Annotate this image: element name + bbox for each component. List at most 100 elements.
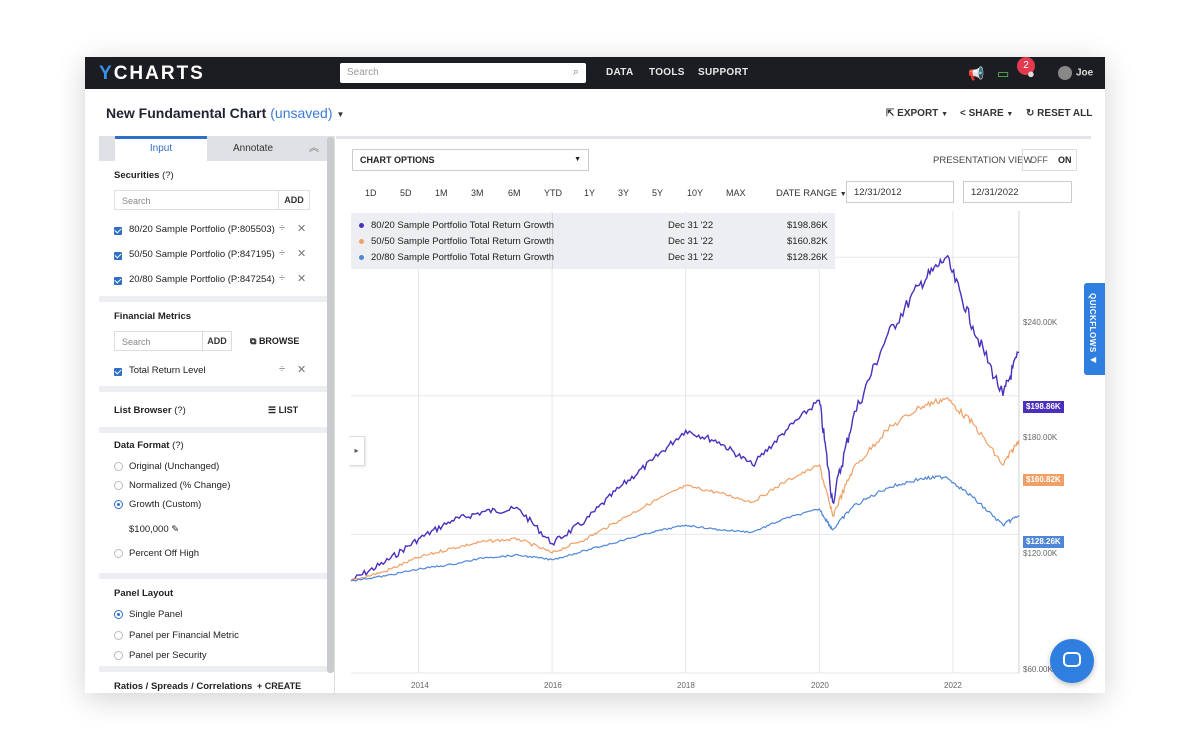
securities-search-input[interactable]: Search bbox=[114, 190, 279, 210]
chat-bubble-icon bbox=[1063, 652, 1081, 667]
list-browser-title[interactable]: List Browser (?) bbox=[114, 405, 186, 416]
radio-panel-per-metric[interactable] bbox=[114, 631, 123, 640]
metric-label: Total Return Level bbox=[129, 365, 206, 376]
quickflows-tab[interactable]: QUICKFLOWS ◀ bbox=[1084, 283, 1105, 375]
list-browser-section: List Browser (?) ☰ LIST bbox=[99, 392, 334, 427]
radio-label: Normalized (% Change) bbox=[129, 480, 231, 491]
metric-checkbox[interactable] bbox=[114, 368, 122, 376]
security-checkbox[interactable] bbox=[114, 277, 122, 285]
export-button[interactable]: ⇱ EXPORT ▼ bbox=[886, 108, 948, 119]
ycharts-logo[interactable]: YCHARTS bbox=[99, 63, 205, 85]
nav-data[interactable]: DATA bbox=[606, 67, 634, 78]
radio-label: Growth (Custom) bbox=[129, 499, 202, 510]
search-icon[interactable]: ⌕ bbox=[573, 66, 579, 79]
global-search-input[interactable]: Search ⌕ bbox=[340, 63, 586, 83]
legend-date: Dec 31 '22 bbox=[668, 236, 714, 247]
legend-value: $160.82K bbox=[787, 236, 828, 247]
end-value-label: $160.82K bbox=[1023, 474, 1064, 486]
radio-label: Original (Unchanged) bbox=[129, 461, 220, 472]
reset-all-button[interactable]: ↻ RESET ALL bbox=[1026, 108, 1092, 119]
panel-layout-section: Panel Layout Single Panel Panel per Fina… bbox=[99, 579, 334, 666]
megaphone-icon[interactable]: 📢 bbox=[968, 66, 984, 82]
end-value-label: $198.86K bbox=[1023, 401, 1064, 413]
x-tick-label: 2022 bbox=[944, 681, 962, 690]
series-line[interactable] bbox=[350, 397, 1020, 582]
radio-label: Percent Off High bbox=[129, 548, 200, 559]
security-label: 80/20 Sample Portfolio (P:805503) bbox=[129, 224, 275, 235]
chevron-down-icon[interactable]: ▼ bbox=[337, 110, 345, 119]
panel-layout-title: Panel Layout bbox=[114, 588, 174, 599]
metrics-add-button[interactable]: ADD bbox=[202, 331, 232, 351]
share-button[interactable]: < SHARE ▼ bbox=[960, 108, 1013, 119]
tab-input[interactable]: Input bbox=[115, 136, 207, 161]
sidebar-tabs: Input Annotate ︽ bbox=[99, 136, 334, 161]
series-dot bbox=[359, 239, 364, 244]
close-icon[interactable]: ✕ bbox=[297, 247, 306, 260]
data-format-section: Data Format (?) Original (Unchanged) Nor… bbox=[99, 433, 334, 573]
bell-icon[interactable]: ● bbox=[1027, 66, 1035, 81]
x-tick-label: 2018 bbox=[677, 681, 695, 690]
reorder-icon[interactable]: ÷ bbox=[279, 222, 285, 234]
reorder-icon[interactable]: ÷ bbox=[279, 272, 285, 284]
radio-growth[interactable] bbox=[114, 500, 123, 509]
securities-title: Securities (?) bbox=[114, 170, 174, 181]
radio-normalized[interactable] bbox=[114, 481, 123, 490]
tab-annotate[interactable]: Annotate bbox=[207, 136, 299, 161]
chart-legend: 80/20 Sample Portfolio Total Return Grow… bbox=[351, 213, 835, 269]
legend-row[interactable]: 20/80 Sample Portfolio Total Return Grow… bbox=[351, 250, 835, 266]
security-checkbox[interactable] bbox=[114, 252, 122, 260]
chat-support-button[interactable] bbox=[1050, 639, 1094, 683]
x-tick-label: 2020 bbox=[811, 681, 829, 690]
y-tick-label: $240.00K bbox=[1023, 318, 1058, 327]
legend-row[interactable]: 80/20 Sample Portfolio Total Return Grow… bbox=[351, 218, 835, 234]
close-icon[interactable]: ✕ bbox=[297, 272, 306, 285]
radio-original[interactable] bbox=[114, 462, 123, 471]
avatar bbox=[1058, 66, 1072, 80]
securities-add-button[interactable]: ADD bbox=[278, 190, 310, 210]
browse-button[interactable]: ⧉ BROWSE bbox=[250, 336, 299, 347]
radio-panel-per-security[interactable] bbox=[114, 651, 123, 660]
radio-percent-off-high[interactable] bbox=[114, 549, 123, 558]
radio-label: Panel per Security bbox=[129, 650, 207, 661]
caret-left-icon: ◀ bbox=[1090, 355, 1097, 364]
data-format-title: Data Format (?) bbox=[114, 440, 184, 451]
growth-value[interactable]: $100,000 ✎ bbox=[129, 524, 179, 535]
series-line[interactable] bbox=[350, 254, 1020, 582]
top-navbar: YCHARTS Search ⌕ DATA TOOLS SUPPORT 📢 ▭ … bbox=[85, 57, 1105, 89]
user-menu[interactable]: Joe bbox=[1058, 66, 1093, 80]
chat-icon[interactable]: ▭ bbox=[997, 66, 1009, 82]
metrics-search-input[interactable]: Search bbox=[114, 331, 203, 351]
legend-date: Dec 31 '22 bbox=[668, 220, 714, 231]
ratios-section: Ratios / Spreads / Correlations + CREATE bbox=[99, 672, 334, 693]
page-title[interactable]: New Fundamental Chart (unsaved) ▼ bbox=[106, 105, 344, 121]
sidebar-scrollbar[interactable] bbox=[327, 137, 334, 673]
title-bar: New Fundamental Chart (unsaved) ▼ ⇱ EXPORT… bbox=[85, 89, 1105, 135]
close-icon[interactable]: ✕ bbox=[297, 222, 306, 235]
collapse-up-icon[interactable]: ︽ bbox=[304, 136, 324, 161]
y-tick-label: $120.00K bbox=[1023, 549, 1058, 558]
pencil-icon[interactable]: ✎ bbox=[171, 524, 179, 535]
y-tick-label: $60.00K bbox=[1023, 665, 1053, 674]
close-icon[interactable]: ✕ bbox=[297, 363, 306, 376]
create-button[interactable]: + CREATE bbox=[257, 681, 301, 691]
list-button[interactable]: ☰ LIST bbox=[268, 405, 298, 416]
radio-label: Panel per Financial Metric bbox=[129, 630, 239, 641]
security-label: 20/80 Sample Portfolio (P:847254) bbox=[129, 274, 275, 285]
series-line[interactable] bbox=[350, 474, 1020, 582]
x-tick-label: 2016 bbox=[544, 681, 562, 690]
nav-support[interactable]: SUPPORT bbox=[698, 67, 748, 78]
x-tick-label: 2014 bbox=[411, 681, 429, 690]
chart-panel: CHART OPTIONS ▼ PRESENTATION VIEW OFF ON … bbox=[336, 136, 1091, 693]
financial-metrics-section: Financial Metrics Search ADD ⧉ BROWSE To… bbox=[99, 302, 334, 386]
app-window: YCHARTS Search ⌕ DATA TOOLS SUPPORT 📢 ▭ … bbox=[85, 57, 1105, 693]
securities-section: Securities (?) Search ADD 80/20 Sample P… bbox=[99, 161, 334, 296]
legend-row[interactable]: 50/50 Sample Portfolio Total Return Grow… bbox=[351, 234, 835, 250]
security-checkbox[interactable] bbox=[114, 227, 122, 235]
nav-tools[interactable]: TOOLS bbox=[649, 67, 685, 78]
reorder-icon[interactable]: ÷ bbox=[279, 363, 285, 375]
ratios-title: Ratios / Spreads / Correlations bbox=[114, 681, 253, 692]
reorder-icon[interactable]: ÷ bbox=[279, 247, 285, 259]
legend-date: Dec 31 '22 bbox=[668, 252, 714, 263]
radio-single-panel[interactable] bbox=[114, 610, 123, 619]
expand-panel-button[interactable]: ▸ bbox=[349, 436, 365, 466]
